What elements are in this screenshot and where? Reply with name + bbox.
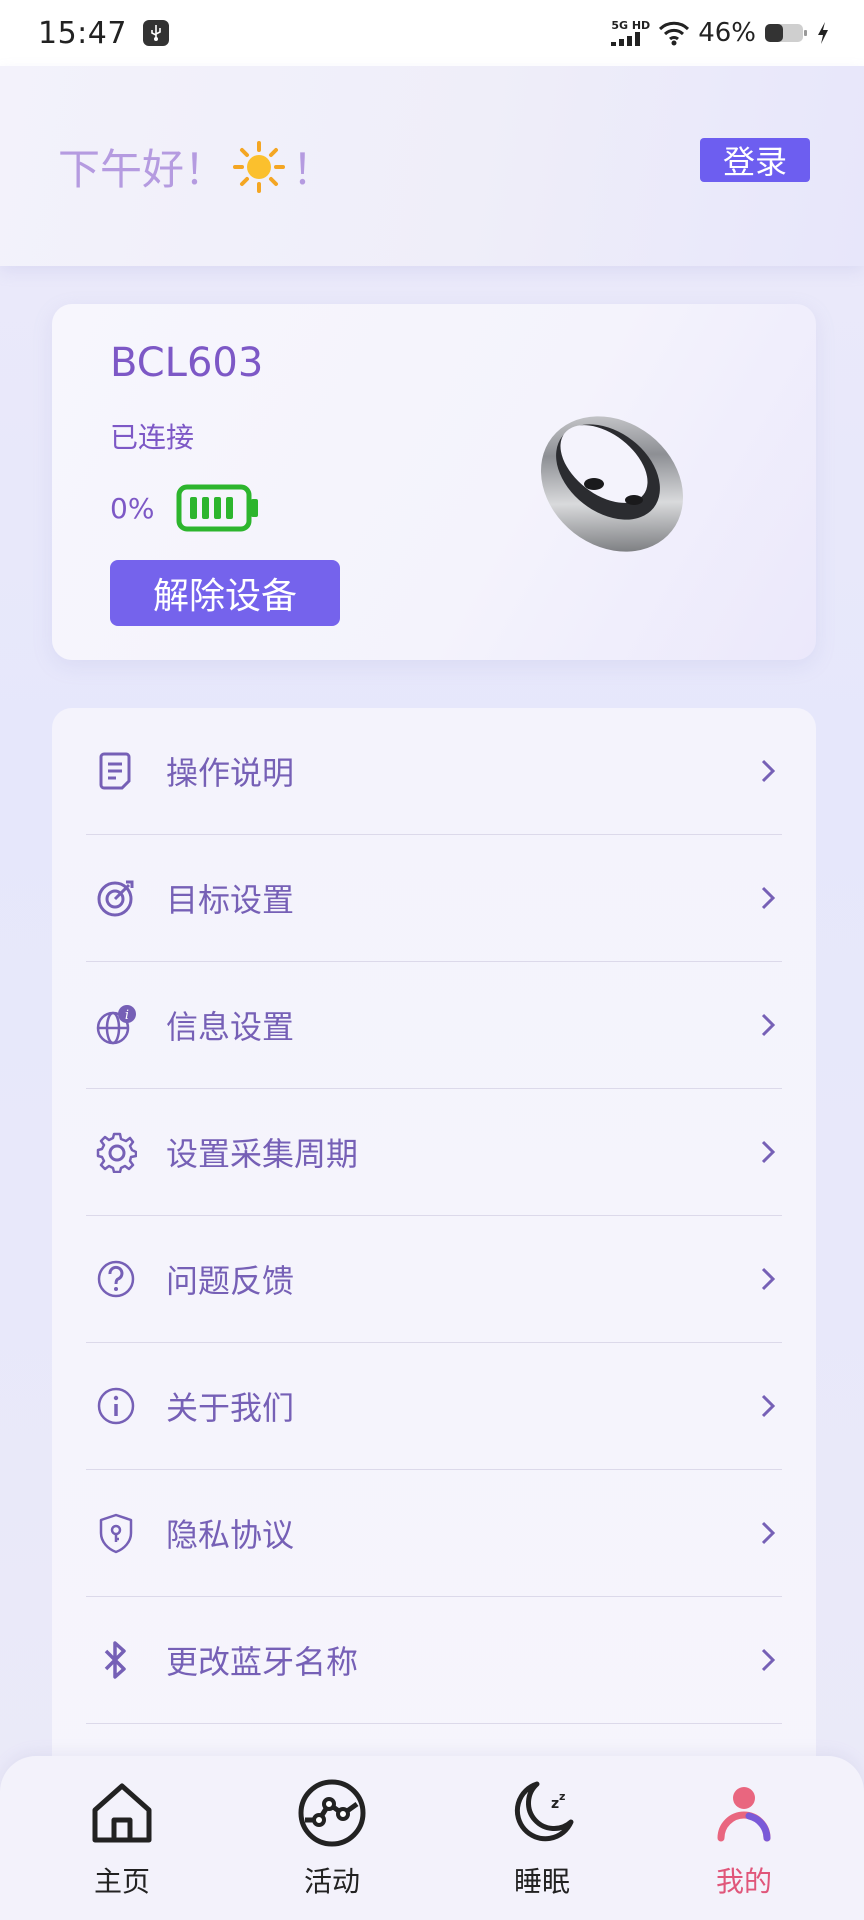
device-battery-icon bbox=[176, 484, 259, 532]
menu-item-rename-bluetooth[interactable]: 更改蓝牙名称 bbox=[86, 1597, 782, 1724]
login-button[interactable]: 登录 bbox=[700, 138, 810, 182]
device-battery-percent: 0% bbox=[110, 491, 155, 525]
tab-label: 活动 bbox=[303, 1865, 360, 1898]
battery-percent: 46% bbox=[698, 18, 756, 48]
greeting-text: 下午好！ bbox=[58, 145, 227, 194]
network-indicator: 5G HD bbox=[611, 20, 650, 46]
device-name: BCL603 bbox=[110, 340, 264, 386]
document-icon bbox=[94, 749, 138, 793]
chevron-right-icon bbox=[761, 1140, 776, 1164]
tab-label: 我的 bbox=[715, 1865, 772, 1898]
menu-label: 目标设置 bbox=[166, 881, 295, 919]
home-icon bbox=[92, 1783, 152, 1843]
svg-text:i: i bbox=[125, 1008, 129, 1023]
tab-label: 主页 bbox=[93, 1865, 150, 1898]
chevron-right-icon bbox=[761, 759, 776, 783]
device-card: BCL603 已连接 0% 解除设备 bbox=[52, 304, 816, 660]
menu-label: 操作说明 bbox=[166, 754, 295, 792]
person-icon bbox=[717, 1787, 771, 1842]
status-left: 15:47 bbox=[38, 16, 169, 51]
battery-icon bbox=[765, 24, 807, 42]
menu-label: 设置采集周期 bbox=[166, 1135, 359, 1173]
sun-icon bbox=[233, 140, 286, 193]
info-icon bbox=[94, 1384, 138, 1428]
menu-item-privacy[interactable]: 隐私协议 bbox=[86, 1470, 782, 1597]
settings-menu: 操作说明 目标设置 i 信息设置 设置采集周期 问题反馈 关于我们 隐私协议 更… bbox=[52, 708, 816, 1908]
status-bar: 15:47 5G HD 46% bbox=[0, 0, 864, 66]
menu-label: 信息设置 bbox=[166, 1008, 295, 1046]
chevron-right-icon bbox=[761, 1521, 776, 1545]
bluetooth-icon bbox=[94, 1638, 138, 1682]
activity-icon bbox=[298, 1779, 366, 1847]
tab-profile[interactable]: 我的 bbox=[684, 1778, 804, 1908]
menu-label: 关于我们 bbox=[166, 1389, 295, 1427]
gear-icon bbox=[94, 1130, 138, 1174]
svg-text:z: z bbox=[559, 1790, 565, 1803]
menu-label: 隐私协议 bbox=[166, 1516, 295, 1554]
status-time: 15:47 bbox=[38, 15, 127, 51]
device-battery-row: 0% bbox=[110, 484, 260, 532]
tab-label: 睡眠 bbox=[513, 1865, 570, 1898]
menu-item-instructions[interactable]: 操作说明 bbox=[86, 708, 782, 835]
connection-status: 已连接 bbox=[110, 421, 195, 454]
tab-home[interactable]: 主页 bbox=[62, 1778, 182, 1908]
tab-sleep[interactable]: z z 睡眠 bbox=[482, 1778, 602, 1908]
globe-info-icon: i bbox=[94, 1003, 138, 1047]
svg-text:z: z bbox=[551, 1796, 559, 1812]
usb-debug-icon bbox=[142, 20, 169, 46]
wifi-icon bbox=[659, 21, 690, 46]
chevron-right-icon bbox=[761, 1013, 776, 1037]
menu-item-collection-period[interactable]: 设置采集周期 bbox=[86, 1089, 782, 1216]
menu-item-goal-settings[interactable]: 目标设置 bbox=[86, 835, 782, 962]
help-icon bbox=[94, 1257, 138, 1301]
unbind-device-button[interactable]: 解除设备 bbox=[110, 560, 340, 626]
tab-activity[interactable]: 活动 bbox=[272, 1778, 392, 1908]
chevron-right-icon bbox=[761, 1267, 776, 1291]
header: 下午好！ ！ 登录 bbox=[0, 66, 864, 266]
menu-item-about-us[interactable]: 关于我们 bbox=[86, 1343, 782, 1470]
smart-ring-image bbox=[540, 416, 684, 552]
menu-item-info-settings[interactable]: i 信息设置 bbox=[86, 962, 782, 1089]
menu-label: 问题反馈 bbox=[166, 1262, 295, 1300]
status-right: 5G HD 46% bbox=[611, 18, 830, 48]
shield-key-icon bbox=[94, 1511, 138, 1555]
menu-label: 更改蓝牙名称 bbox=[166, 1643, 359, 1681]
charging-icon bbox=[818, 22, 828, 44]
bottom-tab-bar: 主页 活动 z z 睡眠 我的 bbox=[0, 1756, 864, 1920]
target-icon bbox=[94, 876, 138, 920]
chevron-right-icon bbox=[761, 886, 776, 910]
chevron-right-icon bbox=[761, 1394, 776, 1418]
menu-item-feedback[interactable]: 问题反馈 bbox=[86, 1216, 782, 1343]
network-label: 5G HD bbox=[611, 19, 651, 32]
greeting: 下午好！ ！ bbox=[58, 136, 334, 197]
greeting-suffix: ！ bbox=[292, 145, 335, 194]
chevron-right-icon bbox=[761, 1648, 776, 1672]
moon-icon: z z bbox=[514, 1781, 574, 1842]
signal-icon bbox=[611, 32, 641, 46]
